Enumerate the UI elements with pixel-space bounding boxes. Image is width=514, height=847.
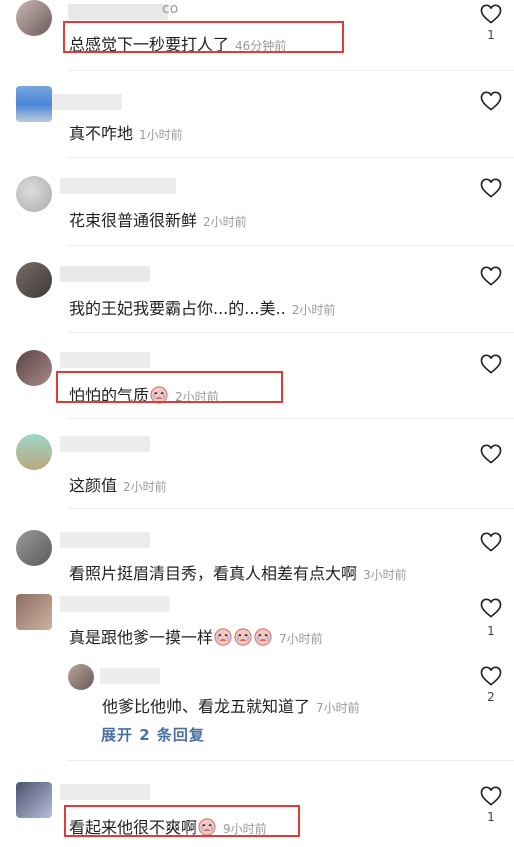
username-blurred[interactable]: [60, 178, 176, 194]
comment-text: 这颜值 2小时前: [69, 472, 167, 496]
comment-item: 真不咋地 1小时前: [0, 86, 514, 158]
comment-body: 真是跟他爹一摸一样: [69, 628, 214, 647]
comment-item: 花束很普通很新鲜 2小时前: [0, 176, 514, 248]
comment-body: 真不咋地: [69, 124, 134, 143]
like-count: 1: [487, 810, 495, 824]
avatar[interactable]: [16, 782, 52, 818]
avatar[interactable]: [16, 530, 52, 566]
heart-outline-icon[interactable]: [480, 266, 502, 286]
comment-body: 我的王妃我要霸占你...的...美..: [69, 299, 286, 318]
comment-text: 花束很普通很新鲜 2小时前: [69, 207, 247, 231]
comment-text: 看照片挺眉清目秀，看真人相差有点大啊 3小时前: [69, 560, 407, 584]
username-blurred[interactable]: [60, 352, 150, 368]
comment-body: 花束很普通很新鲜: [69, 211, 198, 230]
heart-outline-icon[interactable]: [480, 444, 502, 464]
timestamp: 2小时前: [123, 480, 167, 494]
comment-item: 看起来他很不爽啊 9小时前 1: [0, 782, 514, 842]
heart-outline-icon[interactable]: [480, 178, 502, 198]
avatar[interactable]: [16, 86, 52, 122]
username-blurred[interactable]: [60, 266, 150, 282]
timestamp: 2小时前: [291, 303, 336, 317]
comment-body: 他爹比他帅、看龙五就知道了: [102, 697, 311, 716]
comment-text: 真不咋地 1小时前: [69, 120, 183, 144]
heart-outline-icon[interactable]: [480, 91, 502, 111]
avatar[interactable]: [16, 350, 52, 386]
username-blurred[interactable]: [52, 94, 122, 110]
highlight-box: [63, 21, 344, 53]
avatar[interactable]: [16, 434, 52, 470]
timestamp: 1小时前: [139, 128, 183, 142]
crying-emoji-icon: [254, 628, 272, 646]
timestamp: 7小时前: [316, 701, 360, 715]
timestamp: 7小时前: [279, 632, 323, 646]
like-count: 1: [487, 28, 495, 42]
comment-text: 我的王妃我要霸占你...的...美.. 2小时前: [69, 295, 335, 319]
heart-outline-icon[interactable]: [480, 4, 502, 24]
comment-item: 看照片挺眉清目秀，看真人相差有点大啊 3小时前: [0, 530, 514, 590]
heart-outline-icon[interactable]: [480, 354, 502, 374]
comment-item: 真是跟他爹一摸一样 7小时前 1: [0, 594, 514, 654]
comment-item: 我的王妃我要霸占你...的...美.. 2小时前: [0, 262, 514, 334]
comment-body: 看照片挺眉清目秀，看真人相差有点大啊: [69, 564, 358, 583]
reply-item: 他爹比他帅、看龙五就知道了 7小时前 2 展开 2 条回复: [0, 660, 514, 750]
username-blurred[interactable]: [60, 784, 150, 800]
username-blurred[interactable]: [100, 668, 160, 684]
avatar[interactable]: [16, 594, 52, 630]
divider: [68, 332, 514, 333]
username-blurred[interactable]: [68, 4, 168, 20]
heart-outline-icon[interactable]: [480, 532, 502, 552]
reply-text: 他爹比他帅、看龙五就知道了 7小时前: [102, 693, 360, 717]
timestamp: 2小时前: [203, 215, 247, 229]
crying-emoji-icon: [214, 628, 232, 646]
comment-item: 这颜值 2小时前: [0, 434, 514, 506]
timestamp: 3小时前: [363, 568, 407, 582]
like-count: 2: [487, 690, 495, 704]
comment-body: 这颜值: [69, 476, 118, 495]
divider: [68, 245, 514, 246]
expand-replies-link[interactable]: 展开 2 条回复: [101, 724, 205, 745]
highlight-box: [56, 371, 283, 403]
highlight-box: [64, 805, 300, 837]
avatar[interactable]: [68, 664, 94, 690]
comment-item: 怕怕的气质 2小时前: [0, 350, 514, 422]
crying-emoji-icon: [234, 628, 252, 646]
comment-item: co 总感觉下一秒要打人了 46分钟前 1: [0, 0, 514, 72]
heart-outline-icon[interactable]: [480, 598, 502, 618]
divider: [68, 760, 514, 761]
divider: [68, 70, 514, 71]
divider: [68, 508, 514, 509]
heart-outline-icon[interactable]: [480, 786, 502, 806]
divider: [68, 418, 514, 419]
avatar[interactable]: [16, 0, 52, 36]
username-blurred[interactable]: [60, 596, 170, 612]
username-fragment: co: [162, 1, 179, 17]
heart-outline-icon[interactable]: [480, 666, 502, 686]
comment-text: 真是跟他爹一摸一样 7小时前: [69, 624, 323, 648]
like-count: 1: [487, 624, 495, 638]
avatar[interactable]: [16, 176, 52, 212]
username-blurred[interactable]: [60, 532, 150, 548]
avatar[interactable]: [16, 262, 52, 298]
username-blurred[interactable]: [60, 436, 150, 452]
divider: [68, 157, 514, 158]
